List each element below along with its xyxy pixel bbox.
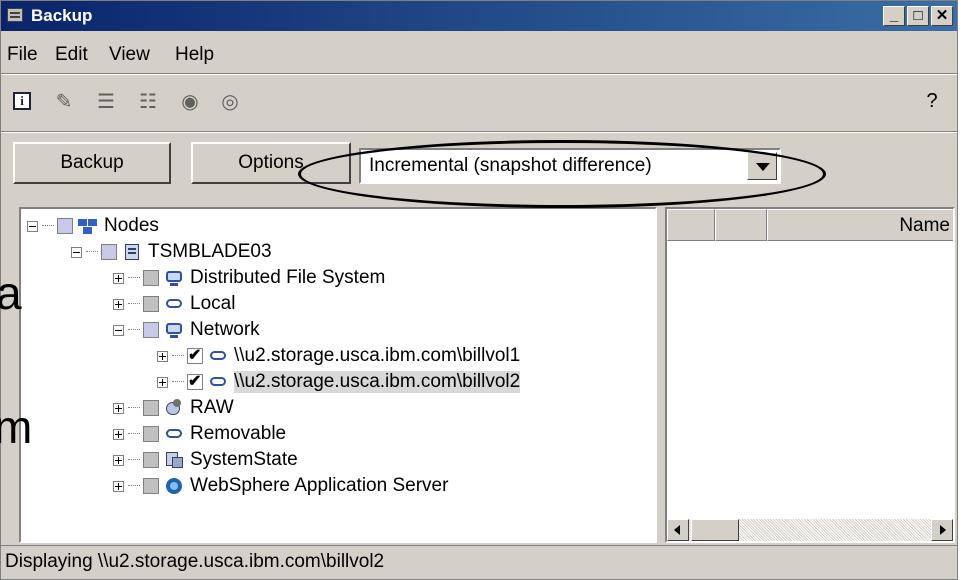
websphere-icon: [164, 477, 184, 495]
monitor-icon: [164, 321, 184, 339]
drive-icon: [208, 373, 228, 391]
drive-icon: [164, 425, 184, 443]
app-icon[interactable]: [7, 8, 23, 22]
scroll-left-button[interactable]: [667, 519, 689, 541]
tree-root[interactable]: Nodes: [27, 213, 159, 239]
server-icon: [122, 243, 142, 261]
tree-item[interactable]: Distributed File System: [113, 265, 385, 291]
tree-pane[interactable]: Nodes TSMBLADE03 Distributed File System…: [19, 207, 657, 543]
tree-node[interactable]: TSMBLADE03: [71, 239, 272, 265]
menu-file[interactable]: File: [7, 44, 38, 66]
help-icon[interactable]: ?: [919, 89, 945, 113]
tree-item[interactable]: RAW: [113, 395, 234, 421]
column-header-name[interactable]: Name: [767, 209, 953, 241]
tree-label: TSMBLADE03: [148, 241, 272, 262]
expand-icon[interactable]: [113, 402, 124, 414]
column-header[interactable]: [667, 209, 715, 241]
minimize-button[interactable]: _: [883, 6, 905, 26]
collapse-icon[interactable]: [71, 246, 82, 258]
tree-label: \\u2.storage.usca.ibm.com\billvol2: [234, 371, 521, 393]
brush-icon[interactable]: ✎: [51, 89, 77, 113]
menu-bar: File Edit View Help: [1, 41, 957, 71]
scroll-thumb[interactable]: [691, 519, 739, 541]
backup-window: Backup _ □ ✕ File Edit View Help i ✎ ☰ ☷…: [0, 0, 958, 580]
tree-label: Local: [190, 293, 236, 314]
file-list-pane[interactable]: Name: [665, 207, 955, 543]
toolbar-separator: [1, 131, 957, 133]
menu-separator: [1, 73, 957, 75]
highlight-ellipse: [298, 140, 826, 208]
collapse-icon[interactable]: [27, 220, 38, 232]
expand-icon[interactable]: [113, 272, 124, 284]
tree-label: SystemState: [190, 449, 298, 470]
backup-button[interactable]: Backup: [13, 142, 171, 184]
tree-item[interactable]: Removable: [113, 421, 286, 447]
close-button[interactable]: ✕: [931, 6, 953, 26]
raw-icon: [164, 399, 184, 417]
tree-item[interactable]: SystemState: [113, 447, 298, 473]
tree-label: RAW: [190, 397, 234, 418]
checkbox[interactable]: [143, 426, 159, 442]
menu-view[interactable]: View: [109, 44, 150, 66]
column-header-label: Name: [899, 215, 950, 236]
tree-item[interactable]: \\u2.storage.usca.ibm.com\billvol1: [157, 343, 520, 369]
checkbox[interactable]: [143, 270, 159, 286]
info-icon[interactable]: i: [9, 89, 35, 113]
tree-item[interactable]: Network: [113, 317, 260, 343]
nodes-icon: [78, 217, 98, 235]
checkbox[interactable]: [143, 452, 159, 468]
tree-label: Distributed File System: [190, 267, 386, 288]
expand-icon[interactable]: [157, 350, 168, 362]
expand-icon[interactable]: [113, 298, 124, 310]
checkbox[interactable]: [57, 218, 73, 234]
status-text: Displaying \\u2.storage.usca.ibm.com\bil…: [5, 551, 385, 572]
column-header[interactable]: [715, 209, 767, 241]
checkbox[interactable]: [143, 296, 159, 312]
tree-label: Network: [190, 319, 260, 340]
expand-icon[interactable]: [157, 376, 168, 388]
drive-icon: [208, 347, 228, 365]
ring-icon[interactable]: ◎: [217, 89, 243, 113]
collapse-icon[interactable]: [113, 324, 124, 336]
drive-icon: [164, 295, 184, 313]
background-fragment: m: [0, 401, 33, 453]
horizontal-scrollbar[interactable]: [667, 519, 953, 541]
expand-icon[interactable]: [113, 428, 124, 440]
checkbox[interactable]: [143, 400, 159, 416]
expand-icon[interactable]: [113, 480, 124, 492]
disabled-circle-icon[interactable]: ◉: [177, 89, 203, 113]
checkbox[interactable]: [101, 244, 117, 260]
systemstate-icon: [164, 451, 184, 469]
title-bar[interactable]: Backup _ □ ✕: [1, 1, 957, 31]
window-title: Backup: [31, 6, 93, 25]
menu-edit[interactable]: Edit: [55, 44, 88, 66]
list-details-icon[interactable]: ☷: [135, 89, 161, 113]
maximize-button[interactable]: □: [907, 6, 929, 26]
checkbox[interactable]: [187, 371, 203, 391]
background-fragment: a: [0, 267, 22, 319]
tree-item-selected[interactable]: \\u2.storage.usca.ibm.com\billvol2: [157, 369, 521, 395]
checkbox[interactable]: [143, 478, 159, 494]
expand-icon[interactable]: [113, 454, 124, 466]
tree-label: \\u2.storage.usca.ibm.com\billvol1: [234, 345, 521, 366]
list-icon[interactable]: ☰: [93, 89, 119, 113]
tree-label: Nodes: [104, 215, 159, 236]
tree-item[interactable]: WebSphere Application Server: [113, 473, 448, 499]
tree-label: WebSphere Application Server: [190, 475, 449, 496]
status-bar: Displaying \\u2.storage.usca.ibm.com\bil…: [1, 545, 957, 579]
checkbox[interactable]: [143, 322, 159, 338]
scroll-right-button[interactable]: [931, 519, 953, 541]
monitor-icon: [164, 269, 184, 287]
tree-item[interactable]: Local: [113, 291, 235, 317]
toolbar: i ✎ ☰ ☷ ◉ ◎ ?: [1, 81, 957, 129]
menu-help[interactable]: Help: [175, 44, 214, 66]
tree-label: Removable: [190, 423, 287, 444]
checkbox[interactable]: [187, 345, 203, 365]
